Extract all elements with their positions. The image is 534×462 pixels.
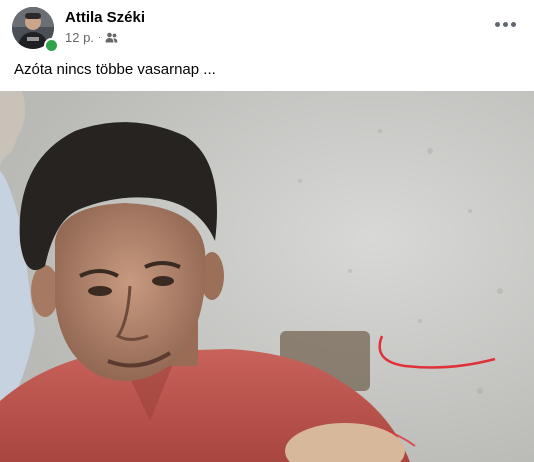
author-name[interactable]: Attila Széki bbox=[65, 9, 145, 26]
post-photo[interactable] bbox=[0, 91, 534, 462]
more-options-dot bbox=[502, 21, 508, 27]
more-options-button[interactable] bbox=[488, 11, 522, 37]
post-meta: 12 p. · bbox=[65, 30, 118, 45]
feed-post: Attila Széki 12 p. · Azóta nincs többe v… bbox=[0, 0, 534, 462]
more-options-dot bbox=[510, 21, 516, 27]
friends-icon[interactable] bbox=[105, 32, 118, 43]
post-header: Attila Széki 12 p. · bbox=[12, 7, 522, 53]
more-options-icon bbox=[494, 21, 500, 27]
meta-separator: · bbox=[97, 32, 102, 43]
post-text: Azóta nincs többe vasarnap ... bbox=[14, 61, 216, 78]
post-timestamp[interactable]: 12 p. bbox=[65, 30, 94, 45]
online-status-dot bbox=[44, 38, 59, 53]
